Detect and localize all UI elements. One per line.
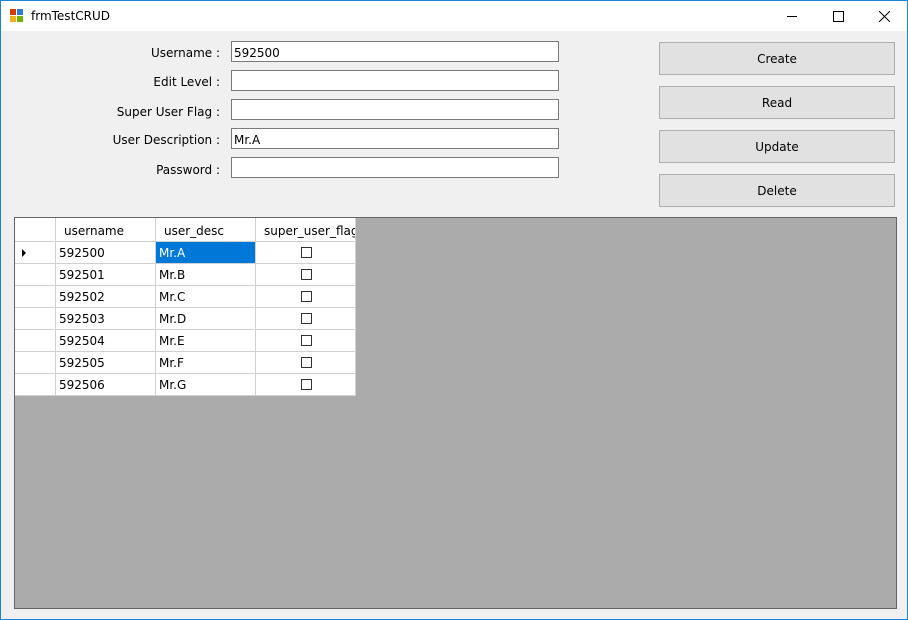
row-header[interactable] [15, 352, 56, 374]
cell-username[interactable]: 592505 [56, 352, 156, 374]
edit-level-label: Edit Level : [153, 75, 220, 89]
password-label: Password : [156, 163, 220, 177]
cell-username[interactable]: 592504 [56, 330, 156, 352]
super-user-flag-checkbox[interactable] [301, 357, 312, 368]
cell-user-desc[interactable]: Mr.B [156, 264, 256, 286]
window-title: frmTestCRUD [31, 9, 111, 23]
cell-username[interactable]: 592500 [56, 242, 156, 264]
cell-super-user-flag[interactable] [256, 374, 356, 396]
row-header[interactable] [15, 308, 56, 330]
super-user-flag-checkbox[interactable] [301, 247, 312, 258]
super-user-flag-checkbox[interactable] [301, 313, 312, 324]
cell-user-desc[interactable]: Mr.G [156, 374, 256, 396]
app-window: frmTestCRUD Username : Edit Level : Supe… [0, 0, 908, 620]
cell-user-desc[interactable]: Mr.E [156, 330, 256, 352]
cell-user-desc[interactable]: Mr.C [156, 286, 256, 308]
read-button[interactable]: Read [659, 86, 895, 119]
column-header-user-desc[interactable]: user_desc [156, 218, 256, 242]
data-grid[interactable]: username user_desc super_user_flag 59250… [14, 217, 897, 609]
update-button[interactable]: Update [659, 130, 895, 163]
column-header-super-user-flag[interactable]: super_user_flag [256, 218, 356, 242]
row-header[interactable] [15, 264, 56, 286]
row-header[interactable] [15, 374, 56, 396]
cell-user-desc[interactable]: Mr.F [156, 352, 256, 374]
row-header[interactable] [15, 286, 56, 308]
super-user-flag-checkbox[interactable] [301, 335, 312, 346]
cell-super-user-flag[interactable] [256, 308, 356, 330]
minimize-icon [787, 16, 797, 17]
cell-user-desc[interactable]: Mr.A [156, 242, 256, 264]
cell-super-user-flag[interactable] [256, 286, 356, 308]
cell-username[interactable]: 592502 [56, 286, 156, 308]
cell-username[interactable]: 592503 [56, 308, 156, 330]
password-field[interactable] [231, 157, 559, 178]
maximize-icon [832, 10, 844, 22]
close-button[interactable] [861, 1, 907, 31]
super-user-flag-field[interactable] [231, 99, 559, 120]
row-header[interactable] [15, 242, 56, 264]
cell-super-user-flag[interactable] [256, 330, 356, 352]
current-row-arrow-icon [22, 249, 26, 257]
cell-username[interactable]: 592501 [56, 264, 156, 286]
column-header-username[interactable]: username [56, 218, 156, 242]
title-bar[interactable]: frmTestCRUD [1, 1, 907, 31]
row-header[interactable] [15, 330, 56, 352]
user-description-field[interactable] [231, 128, 559, 149]
cell-username[interactable]: 592506 [56, 374, 156, 396]
user-description-label: User Description : [112, 133, 220, 147]
delete-button[interactable]: Delete [659, 174, 895, 207]
cell-user-desc[interactable]: Mr.D [156, 308, 256, 330]
grid-corner-header[interactable] [15, 218, 56, 242]
edit-level-field[interactable] [231, 70, 559, 91]
cell-super-user-flag[interactable] [256, 352, 356, 374]
username-field[interactable] [231, 41, 559, 62]
cell-super-user-flag[interactable] [256, 264, 356, 286]
create-button[interactable]: Create [659, 42, 895, 75]
maximize-button[interactable] [815, 1, 861, 31]
cell-super-user-flag[interactable] [256, 242, 356, 264]
super-user-flag-label: Super User Flag : [116, 105, 220, 119]
minimize-button[interactable] [769, 1, 815, 31]
close-icon [878, 10, 890, 22]
super-user-flag-checkbox[interactable] [301, 269, 312, 280]
super-user-flag-checkbox[interactable] [301, 291, 312, 302]
username-label: Username : [150, 46, 220, 60]
super-user-flag-checkbox[interactable] [301, 379, 312, 390]
app-icon [10, 9, 24, 23]
